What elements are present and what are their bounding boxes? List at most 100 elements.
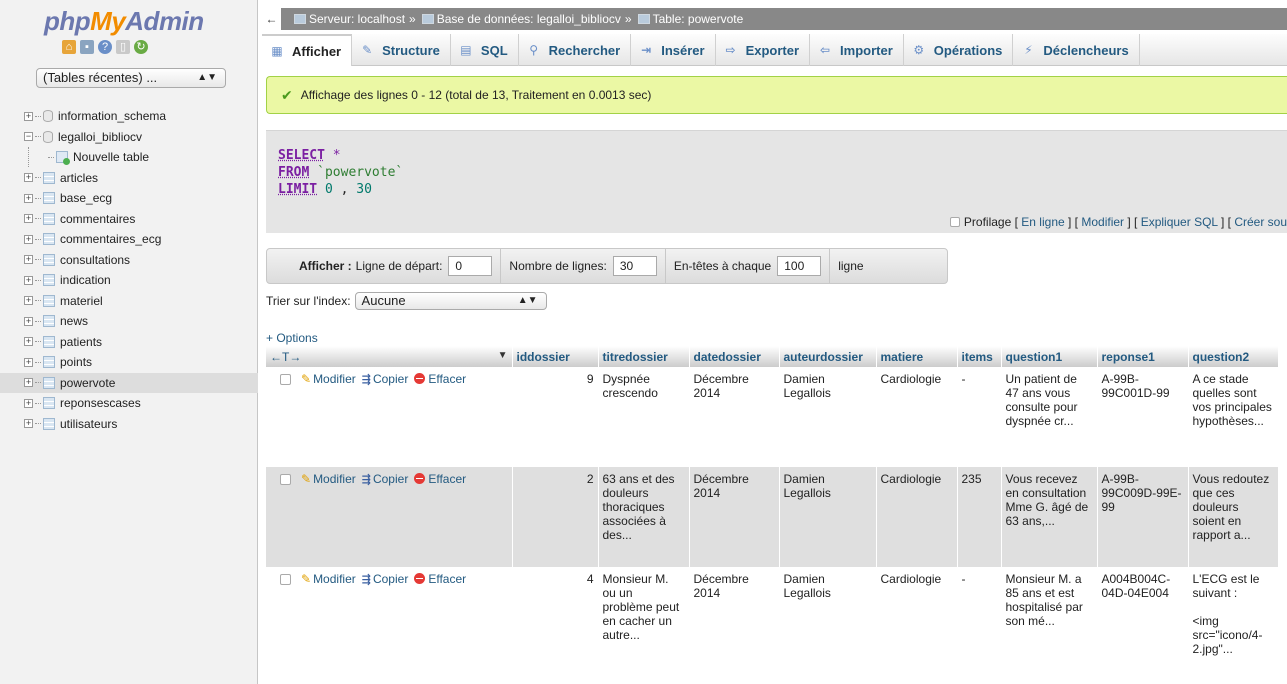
sql-keyword-select[interactable]: SELECT (278, 148, 325, 163)
edit-query-link[interactable]: Modifier (1081, 215, 1124, 229)
tree-table-points[interactable]: + points (24, 352, 256, 373)
tree-table-reponsescases[interactable]: + reponsescases (24, 393, 256, 414)
row-checkbox[interactable] (280, 574, 291, 585)
exit-icon[interactable]: ▪ (80, 40, 94, 54)
tree-table-utilisateurs[interactable]: + utilisateurs (24, 414, 256, 435)
collapse-nav-icon[interactable]: ← (262, 8, 282, 30)
copy-row-link[interactable]: Copier (373, 372, 408, 386)
tree-table-materiel[interactable]: + materiel (24, 291, 256, 312)
row-checkbox[interactable] (280, 474, 291, 485)
copy-row-link[interactable]: Copier (373, 572, 408, 586)
breadcrumb-table[interactable]: Table: powervote (653, 12, 744, 26)
home-icon[interactable]: ⌂ (62, 40, 76, 54)
collapse-icon[interactable]: − (24, 132, 33, 142)
expand-icon[interactable]: + (24, 419, 33, 429)
tree-table-articles[interactable]: + articles (24, 168, 256, 189)
tree-table-commentaires[interactable]: + commentaires (24, 209, 256, 230)
tree-table-commentaires-ecg[interactable]: + commentaires_ecg (24, 229, 256, 250)
expand-icon[interactable]: + (24, 398, 33, 408)
column-header-items[interactable]: items (957, 346, 1002, 367)
tab-exporter[interactable]: ⇨ Exporter (716, 34, 811, 66)
tab-operations[interactable]: ⚙ Opérations (904, 34, 1014, 66)
tree-table-label[interactable]: patients (60, 335, 102, 349)
tree-db-label[interactable]: information_schema (58, 109, 166, 123)
expand-icon[interactable]: + (24, 316, 33, 326)
inline-edit-link[interactable]: En ligne (1021, 215, 1064, 229)
column-header-titredossier[interactable]: titredossier (598, 346, 690, 367)
tree-table-patients[interactable]: + patients (24, 332, 256, 353)
expand-icon[interactable]: + (24, 357, 33, 367)
sort-index-select[interactable]: Aucune ▲▼ (354, 292, 547, 310)
tree-table-label[interactable]: base_ecg (60, 191, 112, 205)
tab-declencheurs[interactable]: ⚡ Déclencheurs (1013, 34, 1140, 66)
edit-row-link[interactable]: Modifier (313, 572, 356, 586)
tab-importer[interactable]: ⇦ Importer (810, 34, 904, 66)
tree-db-label[interactable]: legalloi_bibliocv (58, 130, 142, 144)
column-header-datedossier[interactable]: datedossier (689, 346, 780, 367)
expand-icon[interactable]: + (24, 111, 33, 121)
tree-new-table[interactable]: Nouvelle table (24, 147, 256, 168)
row-checkbox[interactable] (280, 374, 291, 385)
expand-icon[interactable]: + (24, 173, 33, 183)
expand-icon[interactable]: + (24, 378, 33, 388)
create-code-link[interactable]: Créer sou (1234, 215, 1287, 229)
column-header-reponse1[interactable]: reponse1 (1097, 346, 1189, 367)
tree-table-label[interactable]: utilisateurs (60, 417, 117, 431)
edit-row-link[interactable]: Modifier (313, 372, 356, 386)
tree-table-powervote[interactable]: + powervote (0, 372, 258, 393)
expand-icon[interactable]: + (24, 214, 33, 224)
tree-table-label[interactable]: consultations (60, 253, 130, 267)
sql-keyword-from[interactable]: FROM (278, 165, 309, 180)
tree-table-label[interactable]: commentaires_ecg (60, 232, 161, 246)
tab-structure[interactable]: ✎ Structure (352, 34, 451, 66)
tree-table-label[interactable]: reponsescases (60, 396, 141, 410)
expand-icon[interactable]: + (24, 193, 33, 203)
delete-row-link[interactable]: Effacer (428, 372, 466, 386)
docs-icon[interactable]: ▯ (116, 40, 130, 54)
expand-icon[interactable]: + (24, 337, 33, 347)
tree-table-label[interactable]: points (60, 355, 92, 369)
tree-db-legalloi-bibliocv[interactable]: − legalloi_bibliocv (24, 127, 256, 148)
column-header-auteurdossier[interactable]: auteurdossier (779, 346, 877, 367)
tree-table-consultations[interactable]: + consultations (24, 250, 256, 271)
tree-table-label[interactable]: materiel (60, 294, 103, 308)
sql-keyword-limit[interactable]: LIMIT (278, 182, 317, 197)
tree-table-label[interactable]: news (60, 314, 88, 328)
options-link[interactable]: + Options (266, 331, 318, 345)
delete-row-link[interactable]: Effacer (428, 572, 466, 586)
column-header-matiere[interactable]: matiere (876, 346, 958, 367)
column-menu-icon[interactable]: ▼ (498, 350, 508, 361)
breadcrumb-database[interactable]: Base de données: legalloi_bibliocv (437, 12, 621, 26)
start-row-input[interactable]: 0 (448, 256, 493, 276)
expand-icon[interactable]: + (24, 255, 33, 265)
tree-table-label[interactable]: indication (60, 273, 111, 287)
expand-icon[interactable]: + (24, 296, 33, 306)
tab-sql[interactable]: ▤ SQL (451, 34, 519, 66)
delete-row-link[interactable]: Effacer (428, 472, 466, 486)
tree-table-base-ecg[interactable]: + base_ecg (24, 188, 256, 209)
tree-db-information-schema[interactable]: + information_schema (24, 106, 256, 127)
tree-table-label[interactable]: commentaires (60, 212, 135, 226)
breadcrumb-server[interactable]: Serveur: localhost (309, 12, 405, 26)
tree-table-indication[interactable]: + indication (24, 270, 256, 291)
show-button[interactable]: Afficher : (299, 259, 352, 273)
phpmyadmin-logo[interactable]: phpMyAdmin (44, 6, 204, 37)
copy-row-link[interactable]: Copier (373, 472, 408, 486)
row-count-input[interactable]: 30 (612, 256, 657, 276)
recent-tables-select[interactable]: (Tables récentes) ... ▲▼ (36, 68, 226, 88)
help-icon[interactable]: ? (98, 40, 112, 54)
edit-row-link[interactable]: Modifier (313, 472, 356, 486)
column-header-question1[interactable]: question1 (1001, 346, 1098, 367)
tab-afficher[interactable]: ▦ Afficher (262, 34, 353, 66)
tree-table-label[interactable]: articles (60, 171, 98, 185)
headers-every-input[interactable]: 100 (777, 256, 822, 276)
expand-icon[interactable]: + (24, 275, 33, 285)
column-arrows-icon[interactable]: ←T→ (270, 350, 301, 364)
tree-table-label[interactable]: powervote (60, 376, 115, 390)
column-header-question2[interactable]: question2 (1188, 346, 1279, 367)
tab-inserer[interactable]: ⇥ Insérer (631, 34, 716, 66)
expand-icon[interactable]: + (24, 234, 33, 244)
column-header-iddossier[interactable]: iddossier (512, 346, 599, 367)
explain-sql-link[interactable]: Expliquer SQL (1141, 215, 1218, 229)
tree-table-news[interactable]: + news (24, 311, 256, 332)
